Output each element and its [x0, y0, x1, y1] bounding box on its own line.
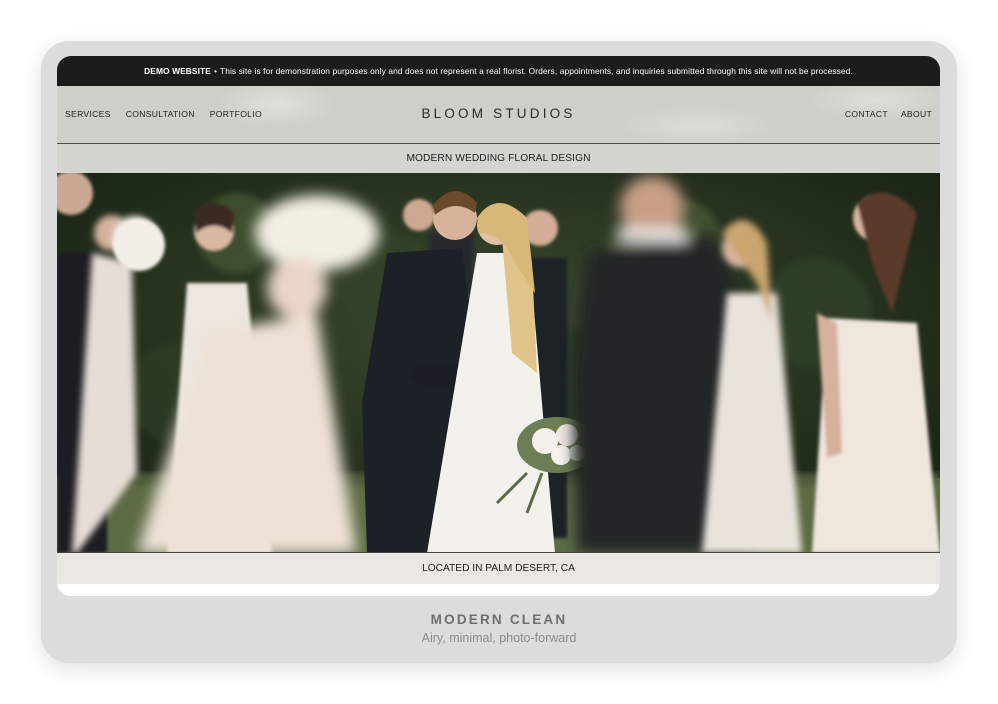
demo-banner-separator: •	[213, 66, 217, 76]
location-bar: LOCATED IN PALM DESERT, CA	[57, 552, 940, 585]
brand-logo[interactable]: BLOOM STUDIOS	[57, 106, 940, 121]
nav-right: CONTACT ABOUT	[845, 109, 932, 119]
caption-title: MODERN CLEAN	[430, 612, 568, 627]
wedding-party-photo	[57, 173, 940, 553]
caption-subtitle: Airy, minimal, photo-forward	[421, 631, 577, 645]
nav-about[interactable]: ABOUT	[901, 109, 932, 119]
demo-banner-label: DEMO WEBSITE	[144, 66, 211, 76]
nav-contact[interactable]: CONTACT	[845, 109, 888, 119]
hero-tagline: MODERN WEDDING FLORAL DESIGN	[57, 144, 940, 173]
demo-banner: DEMO WEBSITE • This site is for demonstr…	[57, 56, 940, 86]
demo-banner-text: This site is for demonstration purposes …	[219, 66, 853, 76]
site-header: SERVICES CONSULTATION PORTFOLIO BLOOM ST…	[57, 86, 940, 144]
device-bottom-strip	[57, 584, 940, 596]
hero-photo	[57, 173, 940, 553]
website-preview: DEMO WEBSITE • This site is for demonstr…	[57, 56, 940, 596]
